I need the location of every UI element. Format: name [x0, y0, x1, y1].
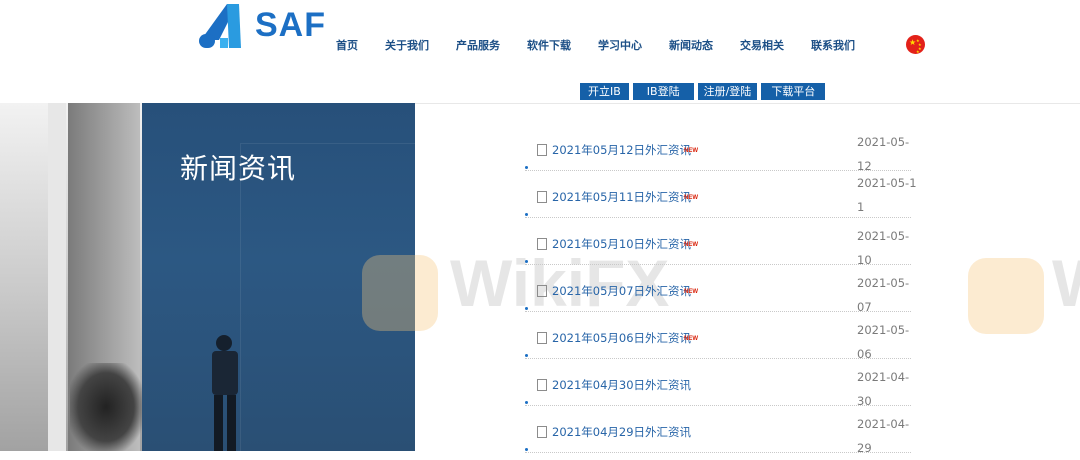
- open-ib-button[interactable]: 开立IB: [580, 83, 629, 100]
- news-item[interactable]: 2021年05月07日外汇资讯 NEW 2021-05-07: [525, 265, 911, 314]
- logo-text[interactable]: SAF: [255, 6, 326, 45]
- news-date: 2021-05-11: [857, 176, 917, 214]
- bullet-dot-icon: [525, 401, 528, 404]
- nav-about[interactable]: 关于我们: [385, 37, 429, 53]
- wikifx-watermark-logo-icon-right: [968, 258, 1044, 334]
- news-title-link[interactable]: 2021年05月06日外汇资讯: [552, 330, 691, 346]
- document-icon: [537, 144, 547, 156]
- bullet-dot-icon: [525, 354, 528, 357]
- news-title-link[interactable]: 2021年04月30日外汇资讯: [552, 377, 691, 393]
- news-title-link[interactable]: 2021年04月29日外汇资讯: [552, 424, 691, 440]
- ib-login-button[interactable]: IB登陆: [632, 83, 694, 100]
- new-badge: NEW: [684, 289, 698, 295]
- news-item[interactable]: 2021年05月11日外汇资讯 NEW 2021-05-11: [525, 171, 917, 218]
- china-flag-icon[interactable]: ★ ★ ★ ★ ★: [906, 35, 925, 54]
- nav-home[interactable]: 首页: [336, 37, 358, 53]
- bullet-dot-icon: [525, 307, 528, 310]
- news-date: 2021-04-29: [857, 417, 910, 455]
- new-badge: NEW: [684, 148, 698, 154]
- banner-blurred-figure-image: [70, 363, 142, 451]
- bullet-dot-icon: [525, 260, 528, 263]
- bullet-dot-icon: [525, 213, 528, 216]
- banner-title: 新闻资讯: [180, 152, 297, 185]
- new-badge: NEW: [684, 336, 698, 342]
- document-icon: [537, 426, 547, 438]
- nav-trading[interactable]: 交易相关: [740, 37, 784, 53]
- news-item[interactable]: 2021年05月12日外汇资讯 NEW 2021-05-12: [525, 124, 911, 173]
- nav-news[interactable]: 新闻动态: [669, 37, 713, 53]
- news-item[interactable]: 2021年05月10日外汇资讯 NEW 2021-05-10: [525, 218, 911, 267]
- news-item[interactable]: 2021年04月29日外汇资讯 2021-04-29: [525, 406, 911, 455]
- news-banner: 新闻资讯: [0, 103, 415, 451]
- document-icon: [537, 379, 547, 391]
- banner-column-image: [48, 103, 66, 451]
- account-buttons: 开立IB IB登陆 注册/登陆 下载平台: [580, 83, 829, 100]
- new-badge: NEW: [684, 195, 698, 201]
- nav-products[interactable]: 产品服务: [456, 37, 500, 53]
- bullet-dot-icon: [525, 166, 528, 169]
- register-login-button[interactable]: 注册/登陆: [697, 83, 758, 100]
- download-platform-button[interactable]: 下载平台: [761, 83, 826, 100]
- document-icon: [537, 191, 547, 203]
- wikifx-watermark-logo-icon: [362, 255, 438, 331]
- document-icon: [537, 285, 547, 297]
- news-item[interactable]: 2021年05月06日外汇资讯 NEW 2021-05-06: [525, 312, 911, 361]
- nav-contact[interactable]: 联系我们: [811, 37, 855, 53]
- nav-software-download[interactable]: 软件下载: [527, 37, 571, 53]
- document-icon: [537, 332, 547, 344]
- nav-learning-center[interactable]: 学习中心: [598, 37, 642, 53]
- news-title-link[interactable]: 2021年05月10日外汇资讯: [552, 236, 691, 252]
- news-title-link[interactable]: 2021年05月07日外汇资讯: [552, 283, 691, 299]
- banner-person-image: [212, 335, 238, 451]
- news-item[interactable]: 2021年04月30日外汇资讯 2021-04-30: [525, 359, 911, 408]
- main-nav: 首页 关于我们 产品服务 软件下载 学习中心 新闻动态 交易相关 联系我们: [336, 37, 882, 53]
- document-icon: [537, 238, 547, 250]
- wikifx-watermark-right: WikiFX: [1052, 245, 1080, 321]
- news-title-link[interactable]: 2021年05月12日外汇资讯: [552, 142, 691, 158]
- news-list: 2021年05月12日外汇资讯 NEW 2021-05-12 2021年05月1…: [525, 124, 917, 455]
- new-badge: NEW: [684, 242, 698, 248]
- news-title-link[interactable]: 2021年05月11日外汇资讯: [552, 189, 691, 205]
